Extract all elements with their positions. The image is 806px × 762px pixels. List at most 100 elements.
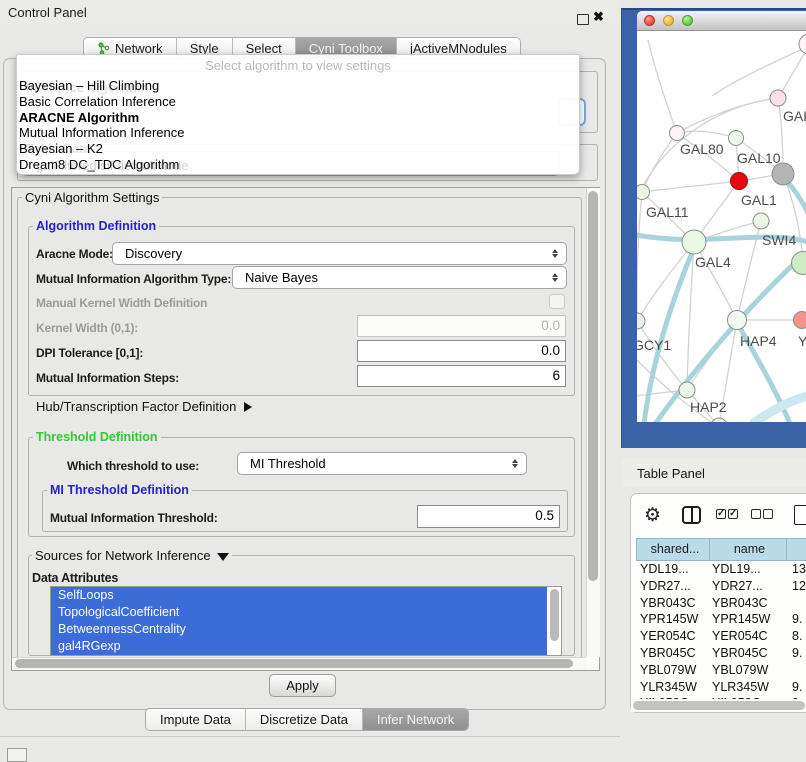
popup-item[interactable]: Bayesian – K2: [17, 141, 579, 157]
mi-algorithm-type-combobox[interactable]: Naive Bayes: [232, 266, 567, 289]
hub-transcription-factor-section[interactable]: Hub/Transcription Factor Definition: [36, 399, 252, 414]
ghost-inference-algorithm-label: Inference Algorithm: [26, 80, 148, 95]
expand-arrow-icon[interactable]: [244, 402, 252, 412]
settings-horizontal-scrollbar-thumb[interactable]: [15, 659, 573, 668]
mi-threshold-label: Mutual Information Threshold:: [50, 511, 218, 525]
node-label: SWI4: [762, 232, 796, 248]
list-item[interactable]: SelfLoops: [51, 587, 547, 604]
node-table: shared... name YDL19...YDL19...13 YDR27.…: [636, 538, 806, 712]
node-label: Y: [798, 333, 806, 349]
close-icon[interactable]: ✖: [593, 9, 604, 25]
node-label: GAL4: [695, 254, 731, 270]
node-GCY1[interactable]: [637, 313, 645, 329]
threshold-definition-title: Threshold Definition: [33, 430, 161, 444]
deselect-all-checkbox-icon[interactable]: [751, 509, 761, 519]
select-all-checkbox-icon[interactable]: ✓: [728, 509, 738, 519]
settings-vertical-scrollbar-thumb[interactable]: [588, 191, 598, 581]
popup-item-selected[interactable]: ARACNE Algorithm: [17, 110, 579, 126]
network-icon: [97, 42, 110, 55]
node[interactable]: [799, 34, 806, 54]
node-GAL[interactable]: [770, 90, 786, 106]
kernel-width-field[interactable]: 0.0: [357, 315, 566, 337]
node-GAL80[interactable]: [670, 126, 685, 141]
network-canvas[interactable]: GAL GAL80 GAL10 GAL1 GAL11 SWI4 GAL4 GCY…: [637, 31, 806, 422]
control-panel-titlebar: Control Panel ✖: [0, 0, 620, 25]
list-scrollbar[interactable]: [547, 587, 561, 655]
tab-infer-network[interactable]: Infer Network: [363, 709, 468, 730]
table-doc-icon[interactable]: [794, 505, 806, 525]
table-row[interactable]: YLR345WYLR345W9.: [636, 679, 806, 696]
node-GAL1-selected[interactable]: [731, 173, 748, 190]
node-green-large[interactable]: [792, 252, 806, 275]
table-row[interactable]: YDR27...YDR27...12: [636, 578, 806, 595]
node-HAP2[interactable]: [679, 382, 695, 398]
mi-threshold-field[interactable]: 0.5: [417, 505, 560, 528]
minimize-traffic-light[interactable]: [663, 15, 674, 26]
table-row[interactable]: YDL19...YDL19...13: [636, 561, 806, 578]
mi-steps-label: Mutual Information Steps:: [36, 371, 179, 385]
dpi-tolerance-field[interactable]: 0.0: [357, 340, 566, 362]
select-all-checkbox-icon[interactable]: ✓: [716, 509, 726, 519]
ghost-table-data-label: Table Data: [26, 141, 91, 156]
network-graph: GAL GAL80 GAL10 GAL1 GAL11 SWI4 GAL4 GCY…: [637, 31, 806, 422]
combo-stepper-icon: [550, 267, 560, 288]
node-bottom[interactable]: [711, 418, 727, 422]
table-row[interactable]: YBL079WYBL079W: [636, 662, 806, 679]
column-header[interactable]: [787, 539, 806, 560]
combo-stepper-icon: [550, 243, 560, 264]
bottom-tabs: Impute Data Discretize Data Infer Networ…: [145, 708, 469, 731]
panel-bottom-border: [0, 736, 620, 737]
kernel-width-label: Kernel Width (0,1):: [36, 321, 138, 335]
tab-impute-data[interactable]: Impute Data: [146, 709, 246, 730]
zoom-traffic-light[interactable]: [682, 15, 693, 26]
node-label: HAP2: [690, 399, 727, 415]
deselect-all-checkbox-icon[interactable]: [763, 509, 773, 519]
node-HAP4[interactable]: [728, 311, 747, 330]
column-header[interactable]: name: [710, 539, 787, 560]
which-threshold-combobox[interactable]: MI Threshold: [237, 452, 527, 475]
manual-kernel-width-checkbox[interactable]: [549, 294, 565, 309]
collapse-arrow-icon[interactable]: [217, 553, 229, 561]
table-row[interactable]: YBR045CYBR045C9.: [636, 645, 806, 662]
gear-icon[interactable]: ⚙: [644, 504, 661, 527]
popup-item[interactable]: Mutual Information Inference: [17, 125, 579, 141]
node-label: GAL10: [737, 150, 781, 166]
node-salmon[interactable]: [794, 312, 806, 329]
data-attributes-list[interactable]: SelfLoops TopologicalCoefficient Between…: [50, 586, 562, 656]
tab-discretize-data[interactable]: Discretize Data: [246, 709, 363, 730]
dpi-tolerance-label: DPI Tolerance [0,1]:: [36, 346, 143, 360]
node-GAL11[interactable]: [637, 185, 650, 200]
split-pane-icon[interactable]: [682, 506, 701, 524]
table-horizontal-scrollbar-thumb[interactable]: [633, 701, 805, 710]
sources-title[interactable]: Sources for Network Inference: [32, 548, 232, 563]
list-item[interactable]: TopologicalCoefficient: [51, 604, 547, 621]
node-gray[interactable]: [772, 163, 794, 185]
node-label: GAL11: [646, 204, 689, 220]
list-item[interactable]: gal4RGexp: [51, 638, 547, 655]
table-header: shared... name: [636, 538, 806, 561]
node-GAL4[interactable]: [682, 230, 706, 254]
ghost-table-data-combo-value: galFiltered.sif default node: [36, 158, 188, 173]
table-panel-title: Table Panel: [637, 466, 705, 481]
apply-button[interactable]: Apply: [269, 674, 336, 697]
node-GAL10[interactable]: [729, 131, 744, 146]
mi-steps-field[interactable]: 6: [357, 365, 566, 387]
node-SWI4[interactable]: [753, 213, 769, 229]
popup-item[interactable]: Basic Correlation Inference: [17, 94, 579, 110]
list-item[interactable]: BetweennessCentrality: [51, 621, 547, 638]
column-header[interactable]: shared...: [637, 539, 710, 560]
table-row[interactable]: YER054CYER054C8.: [636, 628, 806, 645]
close-traffic-light[interactable]: [644, 15, 655, 26]
float-window-icon[interactable]: [577, 14, 589, 25]
control-panel-title: Control Panel: [8, 5, 87, 20]
cyni-algorithm-settings-title: Cyni Algorithm Settings: [22, 190, 162, 205]
node-label: GCY1: [637, 337, 671, 353]
table-row[interactable]: YBR043CYBR043C: [636, 595, 806, 612]
minimized-panel-icon[interactable]: [7, 748, 27, 762]
scrollbar-corner: [586, 657, 599, 670]
popup-prompt: Select algorithm to view settings: [17, 55, 579, 78]
mi-algorithm-type-label: Mutual Information Algorithm Type:: [36, 272, 231, 286]
list-scrollbar-thumb[interactable]: [550, 589, 559, 641]
table-row[interactable]: YPR145WYPR145W9.: [636, 611, 806, 628]
aracne-mode-combobox[interactable]: Discovery: [112, 242, 567, 265]
